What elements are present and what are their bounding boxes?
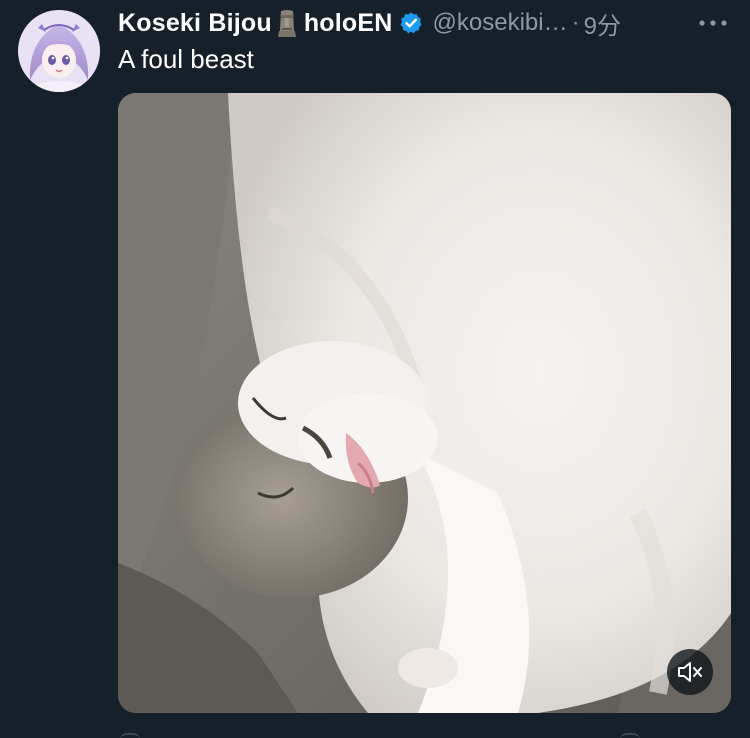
timestamp[interactable]: 9分 — [584, 6, 621, 41]
user-handle[interactable]: @kosekibi… — [433, 9, 568, 37]
moai-icon — [276, 9, 298, 37]
video-frame — [118, 93, 731, 713]
mute-toggle-button[interactable] — [667, 649, 713, 695]
separator-dot: · — [571, 9, 580, 36]
reply-icon[interactable] — [120, 733, 140, 738]
avatar-image — [18, 10, 100, 92]
avatar[interactable] — [18, 10, 100, 92]
more-options-icon[interactable] — [696, 8, 730, 38]
affiliation-label[interactable]: holoEN — [304, 9, 393, 38]
video-player[interactable] — [118, 93, 731, 713]
display-name[interactable]: Koseki Bijou — [118, 9, 272, 38]
tweet-header: Koseki Bijou holoEN @kosekibi… · 9分 — [118, 6, 730, 40]
verified-badge-icon — [399, 11, 423, 35]
tweet-text: A foul beast — [118, 44, 254, 74]
tweet-card[interactable]: Koseki Bijou holoEN @kosekibi… · 9分 A fo… — [0, 0, 750, 738]
speaker-muted-icon — [678, 662, 702, 682]
share-icon[interactable] — [620, 733, 640, 738]
